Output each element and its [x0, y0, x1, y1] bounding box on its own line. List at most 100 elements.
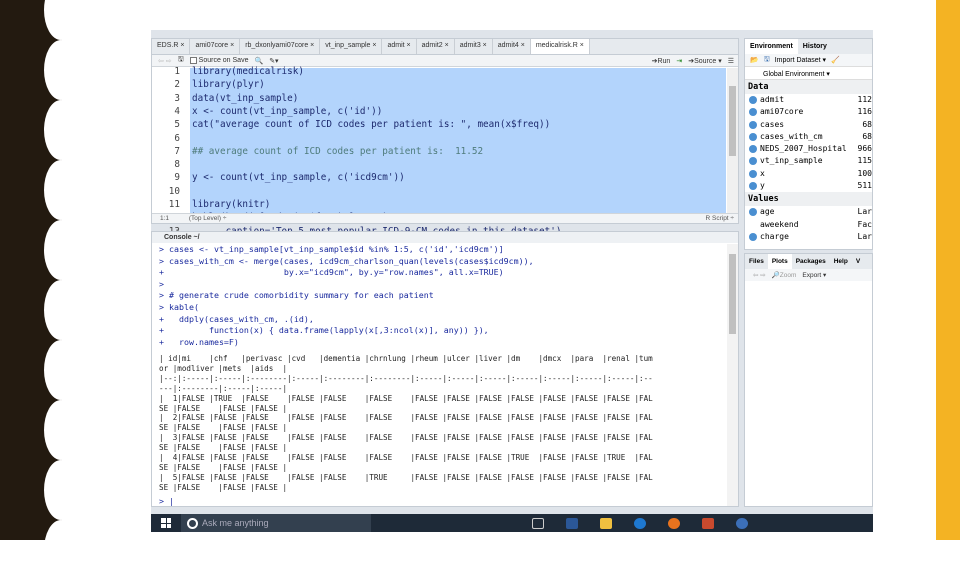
- firefox-icon[interactable]: [668, 517, 680, 529]
- close-tab-icon[interactable]: ×: [308, 42, 314, 49]
- console-line: > kable(: [159, 302, 199, 312]
- tab-label: medicalrisk.R: [535, 42, 578, 49]
- word-icon[interactable]: [566, 517, 578, 529]
- console-output-line: | 1|FALSE |TRUE |FALSE |FALSE |FALSE |FA…: [159, 393, 653, 403]
- import-label: Import Dataset: [774, 57, 821, 64]
- variable-name: charge: [760, 231, 789, 241]
- environment-row[interactable]: cases 68: [745, 119, 872, 131]
- expand-icon[interactable]: [749, 182, 757, 191]
- console-pane[interactable]: Console ~/ > cases <- vt_inp_sample[vt_i…: [151, 231, 739, 507]
- variable-name: y: [760, 181, 765, 191]
- broom-icon[interactable]: 🧹: [831, 56, 840, 64]
- editor-tab[interactable]: ami07core ×: [190, 39, 241, 54]
- environment-row[interactable]: cases_with_cm 68: [745, 131, 872, 143]
- expand-icon[interactable]: [749, 208, 757, 217]
- expand-icon[interactable]: [749, 132, 757, 141]
- environment-row[interactable]: vt_inp_sample 115: [745, 155, 872, 167]
- outline-icon[interactable]: ☰: [728, 57, 734, 65]
- tab-v[interactable]: V: [852, 254, 864, 269]
- tab-packages[interactable]: Packages: [792, 254, 830, 269]
- line-number: 10: [168, 185, 180, 197]
- expand-icon[interactable]: [749, 157, 757, 166]
- console-output-line: SE |FALSE |FALSE |FALSE |: [159, 443, 288, 453]
- zoom-button[interactable]: 🔎Zoom: [772, 271, 797, 279]
- environment-row[interactable]: age Lar: [745, 206, 872, 218]
- editor-tab[interactable]: admit ×: [382, 39, 417, 54]
- variable-value: Fac: [857, 219, 872, 229]
- environment-row[interactable]: charge Lar: [745, 231, 872, 243]
- editor-tab[interactable]: vt_inp_sample ×: [320, 39, 383, 54]
- expand-icon[interactable]: [749, 169, 757, 178]
- powerpoint-icon[interactable]: [702, 517, 714, 529]
- environment-row[interactable]: NEDS_2007_Hospital 966: [745, 143, 872, 155]
- close-tab-icon[interactable]: ×: [178, 42, 184, 49]
- environment-row[interactable]: ami07core 116: [745, 106, 872, 118]
- variable-value: 966: [857, 144, 872, 154]
- tab-help[interactable]: Help: [830, 254, 852, 269]
- console-scrollbar[interactable]: [727, 244, 738, 506]
- windows-start-icon[interactable]: [161, 518, 171, 528]
- slide-accent-bar: [936, 0, 960, 540]
- files-pane: Files Plots Packages Help V ⇦ ⇨ 🔎Zoom Export ▾: [744, 253, 873, 507]
- wand-icon[interactable]: ✎▾: [269, 57, 278, 65]
- expand-icon[interactable]: [749, 108, 757, 117]
- tab-history[interactable]: History: [798, 39, 832, 54]
- tab-files[interactable]: Files: [745, 254, 768, 269]
- variable-value: 68: [862, 131, 872, 141]
- code-line: data(vt_inp_sample): [192, 92, 299, 104]
- import-dataset-button[interactable]: Import Dataset ▾: [775, 56, 826, 64]
- rstudio-icon[interactable]: [736, 517, 748, 529]
- console-output-line: | id|mi |chf |perivasc |cvd |dementia |c…: [159, 354, 653, 363]
- code-line: ## average count of ICD codes per patien…: [192, 145, 484, 157]
- editor-tab[interactable]: rb_dxonlyami07core ×: [240, 39, 321, 54]
- load-icon[interactable]: 📂: [750, 56, 759, 64]
- close-tab-icon[interactable]: ×: [481, 42, 487, 49]
- search-icon[interactable]: 🔍: [254, 57, 263, 65]
- close-tab-icon[interactable]: ×: [405, 42, 411, 49]
- editor-tab[interactable]: admit2 ×: [417, 39, 455, 54]
- editor-tab[interactable]: admit4 ×: [493, 39, 531, 54]
- tab-plots[interactable]: Plots: [767, 254, 792, 269]
- back-icon[interactable]: ⇦ ⇨: [158, 57, 172, 65]
- cursor-position: 1:1: [160, 215, 170, 222]
- tab-environment[interactable]: Environment: [745, 39, 798, 54]
- save-icon[interactable]: 🖫: [764, 55, 770, 66]
- source-button[interactable]: ➔Source ▾: [688, 57, 722, 65]
- editor-tab[interactable]: admit3 ×: [455, 39, 493, 54]
- rerun-icon[interactable]: ⇥: [676, 57, 682, 65]
- nav-arrows-icon[interactable]: ⇦ ⇨: [753, 271, 766, 279]
- environment-row[interactable]: x 100: [745, 168, 872, 180]
- edge-icon[interactable]: [634, 517, 646, 529]
- source-on-save-checkbox[interactable]: Source on Save: [189, 57, 248, 64]
- expand-icon[interactable]: [749, 232, 757, 241]
- code-line: cat("average count of ICD codes per pati…: [192, 119, 551, 131]
- editor-scrollbar[interactable]: [727, 68, 738, 214]
- cortana-search[interactable]: Ask me anything: [181, 514, 371, 532]
- close-tab-icon[interactable]: ×: [370, 42, 376, 49]
- close-tab-icon[interactable]: ×: [443, 42, 449, 49]
- close-tab-icon[interactable]: ×: [578, 42, 584, 49]
- close-tab-icon[interactable]: ×: [228, 42, 234, 49]
- export-button[interactable]: Export ▾: [802, 271, 826, 279]
- cortana-icon: [187, 517, 198, 529]
- environment-row[interactable]: aweekend Fac: [745, 219, 872, 231]
- expand-icon[interactable]: [749, 120, 757, 129]
- editor-tab[interactable]: EDS.R ×: [152, 39, 191, 54]
- scope-selector[interactable]: (Top Level) ÷: [189, 215, 227, 222]
- file-type-selector[interactable]: R Script ÷: [706, 214, 735, 223]
- editor-tab[interactable]: medicalrisk.R ×: [530, 39, 590, 54]
- close-tab-icon[interactable]: ×: [519, 42, 525, 49]
- file-explorer-icon[interactable]: [600, 517, 612, 529]
- expand-icon[interactable]: [749, 96, 757, 104]
- environment-selector[interactable]: Global Environment ▾: [745, 67, 872, 80]
- task-view-icon[interactable]: [532, 517, 544, 529]
- tab-label: rb_dxonlyami07core: [245, 42, 309, 49]
- console-prompt[interactable]: > |: [159, 496, 174, 506]
- environment-row[interactable]: admit 112: [745, 94, 872, 106]
- run-button[interactable]: ➔Run: [652, 57, 671, 65]
- code-area[interactable]: 1 library(medicalrisk) 2 library(plyr) 3 data…: [152, 66, 738, 263]
- console-line: + function(x) { data.frame(lapply(x[,3:n…: [159, 325, 489, 336]
- environment-row[interactable]: y 511: [745, 180, 872, 192]
- expand-icon[interactable]: [749, 145, 757, 154]
- console-output-line: SE |FALSE |FALSE |FALSE |: [159, 403, 288, 413]
